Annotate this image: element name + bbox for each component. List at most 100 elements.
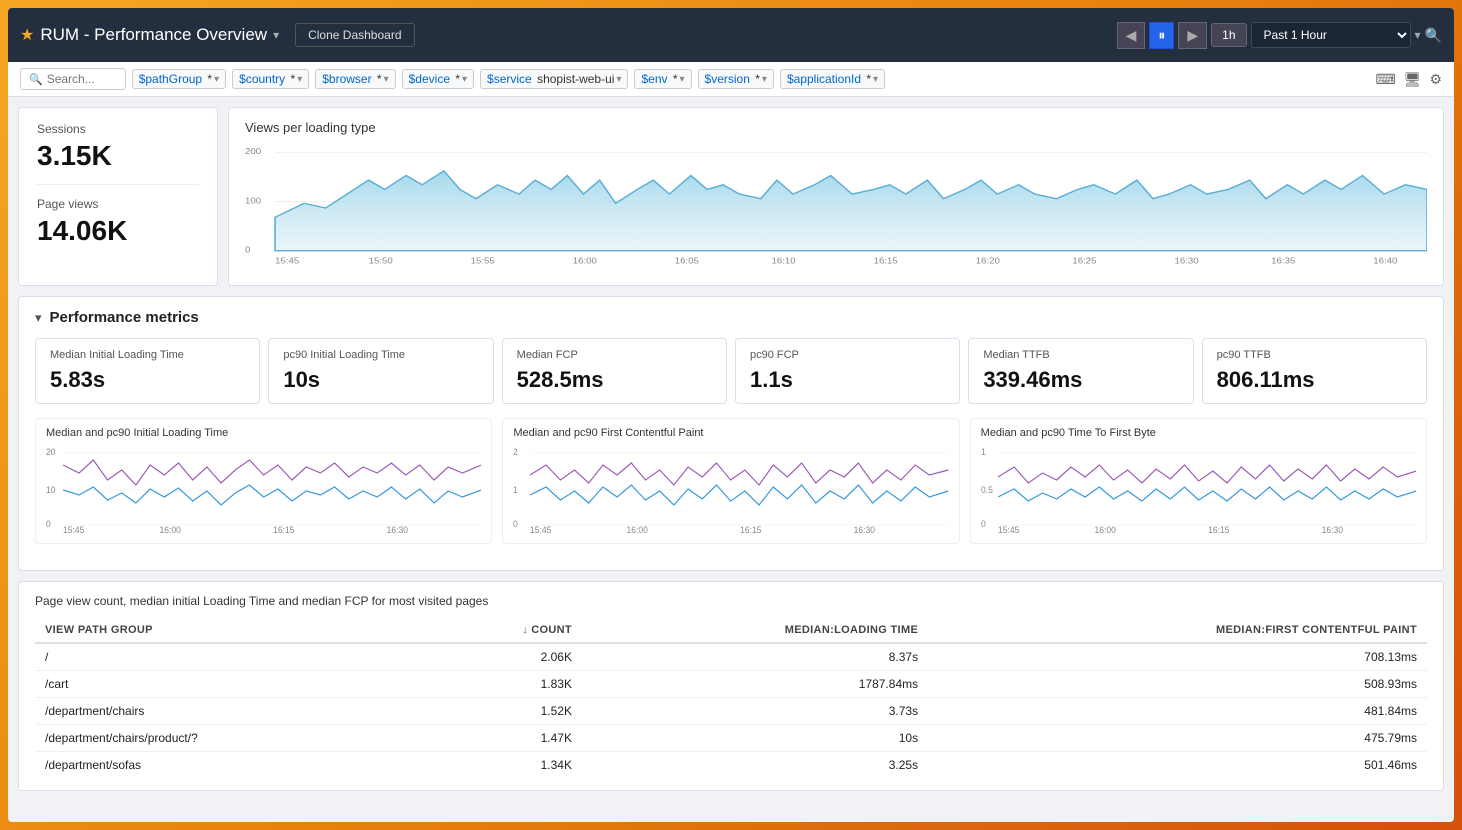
- header-bar: ★ RUM - Performance Overview ▾ Clone Das…: [8, 8, 1454, 62]
- metric-card-4: Median TTFB 339.46ms: [968, 338, 1193, 404]
- svg-text:0.5: 0.5: [981, 485, 993, 495]
- svg-text:16:15: 16:15: [1208, 525, 1229, 535]
- y-label-100: 100: [245, 196, 261, 205]
- filter-tag-version[interactable]: $version * ▾: [698, 69, 774, 89]
- filter-tag-env[interactable]: $env * ▾: [634, 69, 691, 89]
- time-prev-button[interactable]: ◀: [1117, 22, 1146, 49]
- metric-label-4: Median TTFB: [983, 349, 1178, 361]
- svg-text:2: 2: [513, 447, 518, 457]
- table-description: Page view count, median initial Loading …: [35, 594, 1427, 608]
- y-label-0: 0: [245, 245, 250, 254]
- cell-loading-3: 10s: [582, 725, 928, 752]
- cell-path-4: /department/sofas: [35, 752, 425, 779]
- filter-tag-country[interactable]: $country * ▾: [232, 69, 309, 89]
- settings-icon[interactable]: ⚙: [1429, 71, 1442, 88]
- search-input-wrap[interactable]: 🔍: [20, 68, 126, 90]
- svg-text:0: 0: [46, 519, 51, 529]
- cell-count-2: 1.52K: [425, 698, 582, 725]
- filter-tag-browser[interactable]: $browser * ▾: [315, 69, 395, 89]
- cell-path-3: /department/chairs/product/?: [35, 725, 425, 752]
- keyboard-icon[interactable]: ⌨: [1375, 71, 1395, 88]
- title-group: ★ RUM - Performance Overview ▾: [20, 25, 279, 45]
- metric-card-2: Median FCP 528.5ms: [502, 338, 727, 404]
- clone-dashboard-button[interactable]: Clone Dashboard: [295, 23, 414, 47]
- svg-text:16:30: 16:30: [387, 525, 408, 535]
- cell-fcp-3: 475.79ms: [928, 725, 1427, 752]
- search-header-icon[interactable]: 🔍: [1425, 27, 1442, 44]
- metric-label-0: Median Initial Loading Time: [50, 349, 245, 361]
- metric-value-1: 10s: [283, 367, 478, 393]
- col-header-fcp[interactable]: MEDIAN:FIRST CONTENTFUL PAINT: [928, 618, 1427, 643]
- svg-text:15:45: 15:45: [998, 525, 1019, 535]
- metric-card-0: Median Initial Loading Time 5.83s: [35, 338, 260, 404]
- cell-count-3: 1.47K: [425, 725, 582, 752]
- metric-label-5: pc90 TTFB: [1217, 349, 1412, 361]
- svg-text:16:30: 16:30: [1321, 525, 1342, 535]
- svg-text:16:15: 16:15: [874, 256, 898, 265]
- time-range-select[interactable]: Past 1 Hour Past 15 Minutes Past 3 Hours…: [1251, 22, 1411, 48]
- cell-count-4: 1.34K: [425, 752, 582, 779]
- views-chart-svg: 200 100 0 15:45 15:50 15:55 16:00: [245, 143, 1427, 273]
- monitor-icon[interactable]: 🖥: [1404, 71, 1422, 88]
- table-header-row: VIEW PATH GROUP ↓COUNT MEDIAN:LOADING TI…: [35, 618, 1427, 643]
- svg-text:0: 0: [981, 519, 986, 529]
- mini-chart-1: Median and pc90 First Contentful Paint 2…: [502, 418, 959, 544]
- svg-text:16:05: 16:05: [675, 256, 699, 265]
- filter-tag-device[interactable]: $device * ▾: [402, 69, 474, 89]
- filter-browser-chevron-icon: ▾: [384, 74, 389, 85]
- section-toggle-icon[interactable]: ▾: [35, 310, 42, 326]
- cell-loading-0: 8.37s: [582, 643, 928, 671]
- pageviews-stat: Page views 14.06K: [37, 197, 199, 247]
- pageviews-value: 14.06K: [37, 215, 199, 247]
- section-title: Performance metrics: [50, 309, 199, 326]
- views-chart-title: Views per loading type: [245, 120, 1427, 135]
- filter-country-chevron-icon: ▾: [297, 74, 302, 85]
- svg-text:16:00: 16:00: [1094, 525, 1115, 535]
- metric-card-1: pc90 Initial Loading Time 10s: [268, 338, 493, 404]
- table-row: / 2.06K 8.37s 708.13ms: [35, 643, 1427, 671]
- performance-section: ▾ Performance metrics Median Initial Loa…: [18, 296, 1444, 571]
- svg-text:1: 1: [981, 447, 986, 457]
- svg-text:16:15: 16:15: [273, 525, 294, 535]
- col-header-loading[interactable]: MEDIAN:LOADING TIME: [582, 618, 928, 643]
- filter-tag-applicationid[interactable]: $applicationId * ▾: [780, 69, 885, 89]
- metric-value-5: 806.11ms: [1217, 367, 1412, 393]
- mini-chart-2: Median and pc90 Time To First Byte 1 0.5…: [970, 418, 1427, 544]
- cell-path-0: /: [35, 643, 425, 671]
- svg-text:16:20: 16:20: [976, 256, 1000, 265]
- sessions-label: Sessions: [37, 122, 199, 136]
- time-next-button[interactable]: ▶: [1178, 22, 1207, 49]
- svg-text:15:45: 15:45: [63, 525, 84, 535]
- svg-text:16:00: 16:00: [160, 525, 181, 535]
- filter-appid-chevron-icon: ▾: [873, 74, 878, 85]
- mini-chart-title-2: Median and pc90 Time To First Byte: [981, 427, 1416, 439]
- filter-icons: ⌨ 🖥 ⚙: [1375, 71, 1442, 88]
- cell-path-1: /cart: [35, 671, 425, 698]
- mini-chart-0: Median and pc90 Initial Loading Time 20 …: [35, 418, 492, 544]
- table-row: /department/sofas 1.34K 3.25s 501.46ms: [35, 752, 1427, 779]
- svg-text:15:55: 15:55: [471, 256, 495, 265]
- metrics-cards: Median Initial Loading Time 5.83s pc90 I…: [35, 338, 1427, 404]
- svg-text:16:35: 16:35: [1271, 256, 1295, 265]
- svg-text:20: 20: [46, 447, 56, 457]
- filter-bar: 🔍 $pathGroup * ▾ $country * ▾ $browser *…: [8, 62, 1454, 97]
- svg-text:16:25: 16:25: [1072, 256, 1096, 265]
- search-input[interactable]: [47, 72, 117, 86]
- cell-path-2: /department/chairs: [35, 698, 425, 725]
- svg-text:0: 0: [513, 519, 518, 529]
- stats-panel: Sessions 3.15K Page views 14.06K: [18, 107, 218, 286]
- metric-value-3: 1.1s: [750, 367, 945, 393]
- y-label-200: 200: [245, 147, 261, 156]
- svg-text:16:00: 16:00: [573, 256, 597, 265]
- time-pause-button[interactable]: ⏸: [1149, 22, 1174, 49]
- filter-tag-service[interactable]: $service shopist-web-ui ▾: [480, 69, 628, 89]
- time-1h-button[interactable]: 1h: [1211, 23, 1246, 47]
- mini-chart-area-2: 1 0.5 0 15:45 16:00 16:15: [981, 445, 1416, 535]
- filter-tag-pathgroup[interactable]: $pathGroup * ▾: [132, 69, 226, 89]
- pageviews-label: Page views: [37, 197, 199, 211]
- col-header-path[interactable]: VIEW PATH GROUP: [35, 618, 425, 643]
- table-row: /department/chairs/product/? 1.47K 10s 4…: [35, 725, 1427, 752]
- col-header-count[interactable]: ↓COUNT: [425, 618, 582, 643]
- title-chevron-icon[interactable]: ▾: [273, 28, 279, 42]
- metric-label-2: Median FCP: [517, 349, 712, 361]
